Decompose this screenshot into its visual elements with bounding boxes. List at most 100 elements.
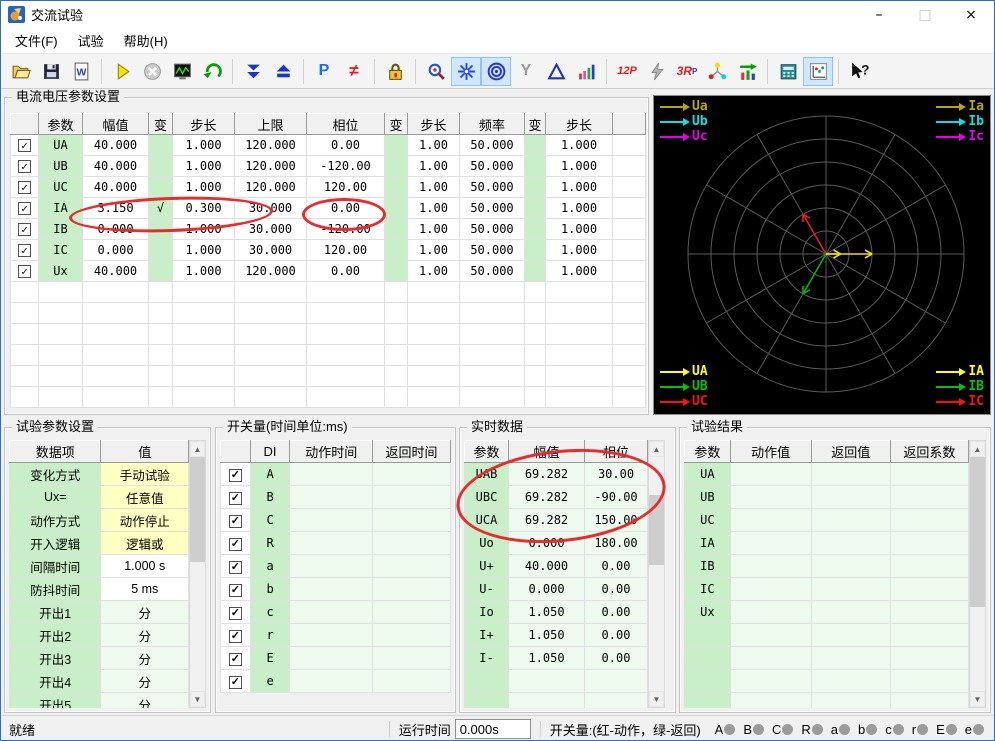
var-flag-cell[interactable]	[384, 239, 408, 261]
open-file-button[interactable]	[6, 57, 36, 86]
var-flag-cell[interactable]	[524, 218, 546, 240]
scroll-up-icon[interactable]: ▲	[970, 441, 985, 457]
amplitude-cell[interactable]: 40.000	[82, 155, 149, 177]
phase-cell[interactable]	[306, 302, 385, 324]
value-cell[interactable]: 分	[100, 646, 189, 670]
limit-cell[interactable]	[234, 302, 307, 324]
switch-checkbox[interactable]	[228, 514, 242, 528]
step-cell[interactable]	[172, 365, 235, 387]
var-flag-cell[interactable]	[384, 344, 408, 366]
row-checkbox[interactable]	[18, 160, 31, 173]
var-flag-cell[interactable]	[524, 197, 546, 219]
switch-checkbox[interactable]	[228, 583, 242, 597]
var-flag-cell[interactable]	[148, 386, 173, 408]
var-flag-cell[interactable]	[148, 260, 173, 282]
step-cell[interactable]	[545, 386, 613, 408]
var-flag-cell[interactable]	[384, 155, 408, 177]
start-test-button[interactable]	[107, 57, 137, 86]
var-flag-cell[interactable]	[148, 323, 173, 345]
test-params-scrollbar[interactable]: ▲ ▼	[189, 440, 206, 708]
amplitude-cell[interactable]	[82, 281, 149, 303]
frequency-cell[interactable]	[459, 281, 525, 303]
var-flag-cell[interactable]	[384, 218, 408, 240]
maximize-button[interactable]: □	[902, 1, 948, 28]
var-flag-cell[interactable]	[148, 134, 173, 156]
amplitude-cell[interactable]	[82, 386, 149, 408]
phase-cell[interactable]	[306, 365, 385, 387]
results-scrollbar[interactable]: ▲ ▼	[969, 440, 986, 708]
step-cell[interactable]	[407, 302, 460, 324]
wye-connection-button[interactable]: Y	[511, 57, 541, 86]
step-cell[interactable]: 0.300	[172, 197, 235, 219]
frequency-cell[interactable]	[459, 323, 525, 345]
value-cell[interactable]: 1.000 s	[100, 554, 189, 578]
phase-cell[interactable]: 120.00	[306, 176, 385, 198]
step-chart-button[interactable]	[732, 57, 762, 86]
minimize-button[interactable]: –	[856, 1, 902, 28]
step-cell[interactable]	[172, 386, 235, 408]
limit-cell[interactable]: 120.000	[234, 260, 307, 282]
frequency-cell[interactable]: 50.000	[459, 134, 525, 156]
vector-branch-button[interactable]	[702, 57, 732, 86]
step-cell[interactable]	[407, 365, 460, 387]
step-cell[interactable]: 1.000	[545, 134, 613, 156]
12p-mode-button[interactable]: 12P	[612, 57, 642, 86]
output-step-up-button[interactable]	[268, 57, 298, 86]
curve-display-button[interactable]	[803, 56, 833, 86]
var-flag-cell[interactable]	[148, 365, 173, 387]
frequency-cell[interactable]: 50.000	[459, 176, 525, 198]
var-flag-cell[interactable]	[148, 155, 173, 177]
step-cell[interactable]: 1.000	[545, 218, 613, 240]
value-cell[interactable]: 分	[100, 600, 189, 624]
step-cell[interactable]	[407, 386, 460, 408]
scroll-thumb[interactable]	[970, 457, 985, 607]
var-flag-cell[interactable]	[148, 281, 173, 303]
step-cell[interactable]: 1.000	[172, 239, 235, 261]
phase-cell[interactable]: 0.00	[306, 260, 385, 282]
undo-button[interactable]	[197, 57, 227, 86]
var-flag-cell[interactable]	[524, 239, 546, 261]
menu-item[interactable]: 试验	[68, 29, 114, 52]
switch-checkbox[interactable]	[228, 606, 242, 620]
phase-cell[interactable]	[306, 323, 385, 345]
step-cell[interactable]: 1.00	[407, 239, 460, 261]
step-cell[interactable]: 1.000	[545, 176, 613, 198]
switch-checkbox[interactable]	[228, 560, 242, 574]
amplitude-cell[interactable]	[82, 302, 149, 324]
var-flag-cell[interactable]	[524, 302, 546, 324]
limit-cell[interactable]	[234, 323, 307, 345]
step-cell[interactable]	[172, 323, 235, 345]
value-cell[interactable]: 5 ms	[100, 577, 189, 601]
limit-cell[interactable]	[234, 344, 307, 366]
step-cell[interactable]	[407, 281, 460, 303]
step-cell[interactable]	[172, 344, 235, 366]
switch-checkbox[interactable]	[228, 491, 242, 505]
frequency-cell[interactable]: 50.000	[459, 260, 525, 282]
amplitude-cell[interactable]: 0.000	[82, 239, 149, 261]
row-checkbox[interactable]	[18, 244, 31, 257]
step-cell[interactable]: 1.00	[407, 134, 460, 156]
var-flag-cell[interactable]	[148, 344, 173, 366]
scroll-down-icon[interactable]: ▼	[970, 691, 985, 707]
var-flag-cell[interactable]	[384, 302, 408, 324]
var-flag-cell[interactable]	[524, 386, 546, 408]
step-cell[interactable]	[172, 302, 235, 324]
realtime-scrollbar[interactable]: ▲ ▼	[648, 440, 665, 708]
step-cell[interactable]: 1.00	[407, 260, 460, 282]
amplitude-cell[interactable]: 40.000	[82, 134, 149, 156]
var-flag-cell[interactable]	[524, 281, 546, 303]
var-flag-cell[interactable]	[148, 239, 173, 261]
calculator-button[interactable]	[773, 57, 803, 86]
save-file-button[interactable]	[36, 57, 66, 86]
frequency-cell[interactable]: 50.000	[459, 155, 525, 177]
lock-button[interactable]	[380, 57, 410, 86]
value-cell[interactable]: 分	[100, 623, 189, 647]
var-flag-cell[interactable]	[384, 176, 408, 198]
var-flag-cell[interactable]	[384, 134, 408, 156]
amplitude-cell[interactable]	[82, 323, 149, 345]
var-flag-cell[interactable]	[524, 155, 546, 177]
phase-cell[interactable]: -120.00	[306, 155, 385, 177]
amplitude-cell[interactable]	[82, 365, 149, 387]
scroll-up-icon[interactable]: ▲	[190, 441, 205, 457]
frequency-cell[interactable]	[459, 302, 525, 324]
